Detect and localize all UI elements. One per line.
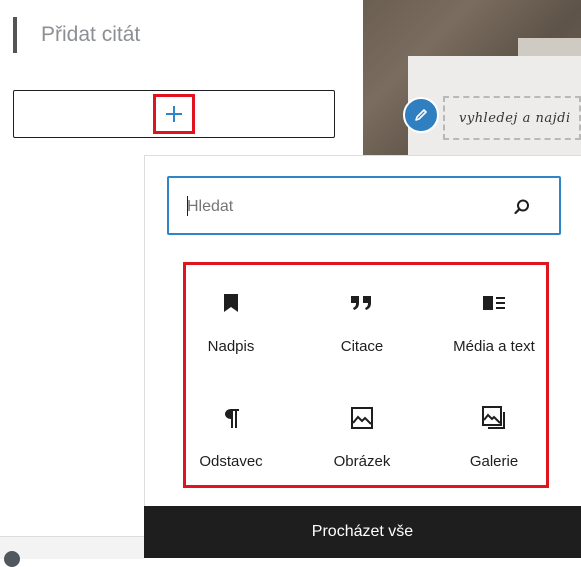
quote-icon — [351, 296, 371, 310]
block-item-label: Nadpis — [207, 338, 255, 355]
block-item-label: Galerie — [469, 453, 519, 470]
block-item-quote[interactable]: Citace — [307, 266, 417, 376]
paragraph-icon — [225, 409, 239, 428]
image-decoration — [518, 38, 581, 56]
block-item-image[interactable]: Obrázek — [307, 381, 417, 491]
media-text-icon — [483, 296, 505, 310]
block-item-label: Odstavec — [199, 453, 263, 470]
image-icon — [351, 407, 373, 429]
plus-icon — [166, 106, 182, 122]
block-item-gallery[interactable]: Galerie — [439, 381, 549, 491]
quote-placeholder[interactable]: Přidat citát — [13, 17, 140, 53]
image-caption-field[interactable]: vyhledej a najdi — [443, 96, 581, 140]
block-item-heading[interactable]: Nadpis — [176, 266, 286, 376]
browse-all-button[interactable]: Procházet vše — [144, 506, 581, 558]
bottom-status-bar — [0, 536, 144, 567]
block-item-paragraph[interactable]: Odstavec — [176, 381, 286, 491]
status-icon — [4, 551, 20, 567]
block-item-label: Média a text — [453, 338, 535, 355]
block-item-media-text[interactable]: Média a text — [439, 266, 549, 376]
search-icon — [514, 199, 529, 215]
add-block-button[interactable] — [159, 100, 189, 128]
gallery-icon — [482, 406, 505, 429]
edit-button[interactable] — [403, 97, 439, 133]
bookmark-icon — [224, 294, 238, 312]
block-item-label: Obrázek — [333, 453, 391, 470]
block-search[interactable] — [167, 176, 561, 235]
block-item-label: Citace — [340, 338, 384, 355]
block-search-input[interactable] — [185, 194, 489, 220]
image-caption-text: vyhledej a najdi — [459, 110, 571, 126]
pencil-icon — [415, 109, 427, 121]
text-caret — [187, 196, 188, 216]
